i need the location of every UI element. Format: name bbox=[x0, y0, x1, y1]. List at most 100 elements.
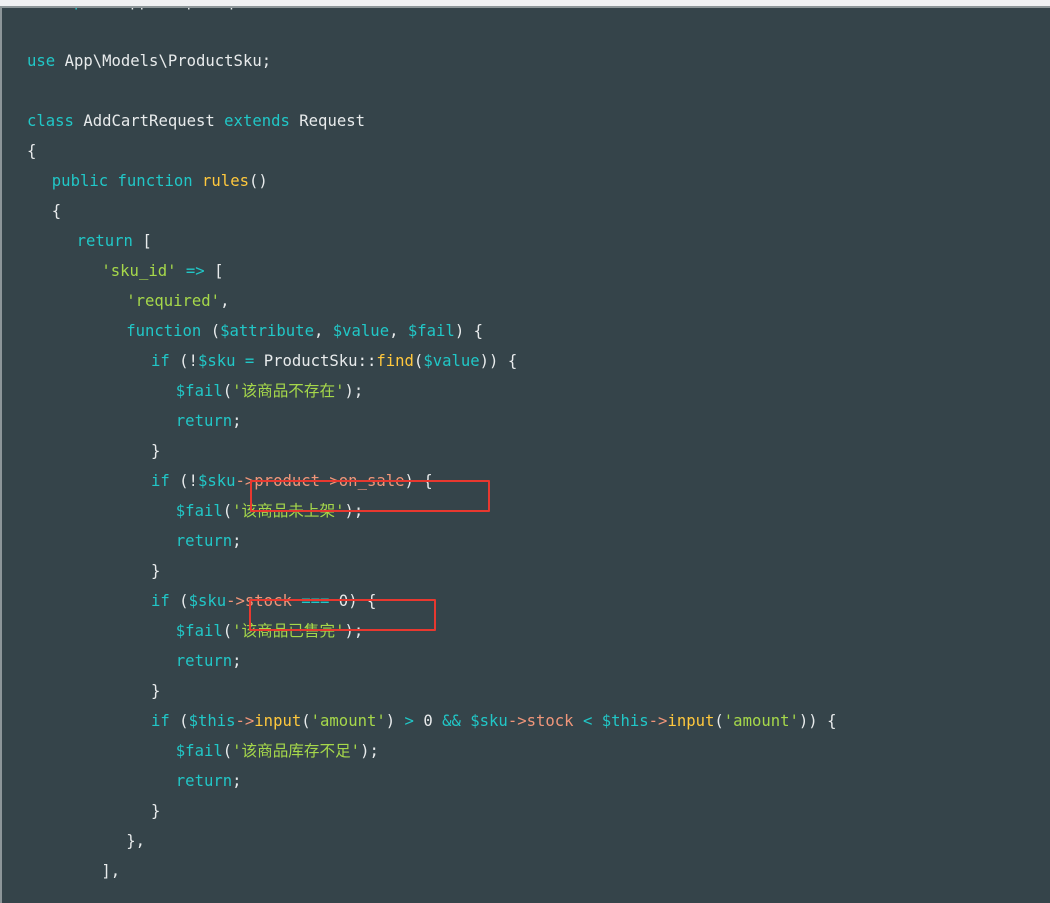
code-lines: namespace App\Http\Requests; use App\Mod… bbox=[2, 8, 1050, 886]
code-token: ( bbox=[222, 382, 233, 400]
code-token: public bbox=[51, 172, 109, 190]
code-line: $fail('该商品已售完'); bbox=[2, 616, 1050, 646]
code-token: ->on_sale bbox=[320, 472, 405, 490]
code-token: ); bbox=[344, 382, 364, 400]
code-token: [ bbox=[142, 232, 152, 250]
code-token: $value bbox=[423, 352, 480, 370]
code-line: if (!$sku = ProductSku::find($value)) { bbox=[2, 346, 1050, 376]
code-token: AddCartRequest bbox=[83, 112, 215, 130]
code-line: class AddCartRequest extends Request bbox=[2, 106, 1050, 136]
code-token: return bbox=[175, 532, 233, 550]
code-line: if (!$sku->product->on_sale) { bbox=[2, 466, 1050, 496]
code-token: 'sku_id' bbox=[101, 262, 177, 280]
code-token: ) { bbox=[404, 472, 433, 490]
code-token: ) bbox=[385, 712, 396, 730]
code-token: ( bbox=[222, 502, 233, 520]
code-token: extends bbox=[224, 112, 290, 130]
code-token: return bbox=[76, 232, 133, 250]
code-line: }, bbox=[2, 826, 1050, 856]
code-token: $fail bbox=[175, 382, 223, 400]
code-token: { bbox=[51, 202, 62, 220]
code-token: , bbox=[389, 322, 408, 340]
code-token: input bbox=[254, 712, 302, 730]
code-token: ; bbox=[232, 652, 242, 670]
code-token: = bbox=[244, 352, 255, 370]
code-line: if ($sku->stock === 0) { bbox=[2, 586, 1050, 616]
code-token: } bbox=[151, 442, 161, 460]
code-token: 0 bbox=[338, 592, 349, 610]
code-token: if bbox=[151, 472, 170, 490]
code-token: => bbox=[185, 262, 205, 280]
code-line: { bbox=[2, 136, 1050, 166]
code-token: namespace bbox=[27, 8, 112, 10]
code-token: $fail bbox=[175, 742, 223, 760]
code-line: if ($this->input('amount') > 0 && $sku->… bbox=[2, 706, 1050, 736]
code-token: ->product bbox=[235, 472, 321, 490]
code-token: function bbox=[126, 322, 202, 340]
code-line: } bbox=[2, 556, 1050, 586]
code-token: if bbox=[151, 352, 170, 370]
code-token: ; bbox=[232, 772, 242, 790]
code-line: { bbox=[2, 196, 1050, 226]
code-token: ( bbox=[222, 622, 233, 640]
code-token: (! bbox=[169, 352, 198, 370]
code-token: return bbox=[175, 652, 233, 670]
code-token: ) { bbox=[348, 592, 377, 610]
code-token: return bbox=[175, 412, 233, 430]
code-token: ) { bbox=[454, 322, 483, 340]
code-token: find bbox=[376, 352, 414, 370]
code-token: 0 bbox=[423, 712, 433, 730]
code-token: < bbox=[582, 712, 593, 730]
code-token: ); bbox=[360, 742, 379, 760]
code-line: $fail('该商品库存不足'); bbox=[2, 736, 1050, 766]
code-token: Request bbox=[299, 112, 365, 130]
code-token: $fail bbox=[175, 622, 223, 640]
code-token: $value bbox=[332, 322, 390, 340]
code-token: '该商品已售完' bbox=[232, 622, 345, 640]
code-snippet-screenshot: namespace App\Http\Requests; use App\Mod… bbox=[0, 0, 1050, 903]
code-token: } bbox=[151, 562, 161, 580]
code-line: 'required', bbox=[2, 286, 1050, 316]
code-token: 'required' bbox=[126, 292, 221, 310]
code-token: ( bbox=[413, 352, 424, 370]
code-token: ; bbox=[232, 532, 242, 550]
code-token: ( bbox=[714, 712, 724, 730]
code-token: && bbox=[442, 712, 461, 730]
code-token: === bbox=[301, 592, 330, 610]
code-token: $sku bbox=[470, 712, 508, 730]
code-token: $fail bbox=[175, 502, 223, 520]
code-token: , bbox=[313, 322, 333, 340]
code-token: ->stock bbox=[226, 592, 292, 610]
code-token: [ bbox=[214, 262, 224, 280]
code-token: input bbox=[667, 712, 715, 730]
code-token: ); bbox=[344, 622, 364, 640]
code-token: $sku bbox=[188, 592, 227, 610]
code-token: ( bbox=[169, 712, 189, 730]
code-line: $fail('该商品不存在'); bbox=[2, 376, 1050, 406]
code-line: } bbox=[2, 796, 1050, 826]
code-token: '该商品库存不足' bbox=[232, 742, 361, 760]
code-token: ProductSku:: bbox=[263, 352, 377, 370]
code-token: $attribute bbox=[220, 322, 314, 340]
code-token: )) { bbox=[479, 352, 518, 370]
code-token: , bbox=[220, 292, 230, 310]
code-token: ( bbox=[301, 712, 311, 730]
code-token: rules bbox=[202, 172, 249, 190]
code-token: ( bbox=[210, 322, 221, 340]
code-line: return; bbox=[2, 526, 1050, 556]
code-block[interactable]: namespace App\Http\Requests; use App\Mod… bbox=[0, 8, 1050, 903]
